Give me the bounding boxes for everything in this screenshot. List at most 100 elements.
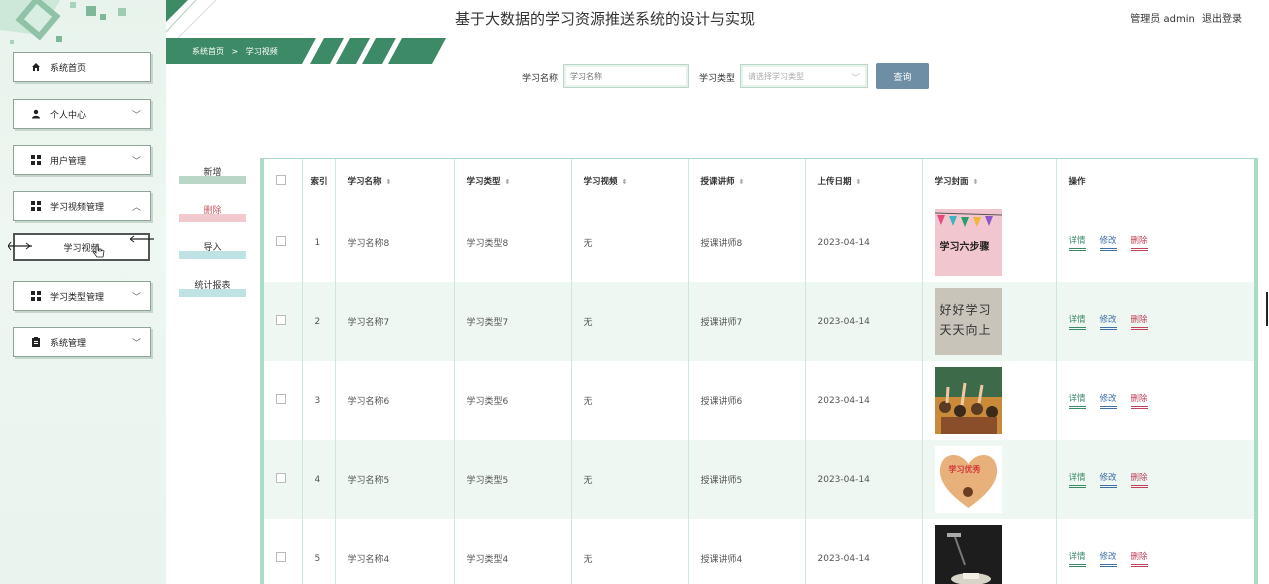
sidebar-item-personal-center[interactable]: 个人中心 ﹀: [13, 99, 151, 129]
header-cover-label: 学习封面: [934, 177, 969, 187]
delete-link[interactable]: 删除: [1130, 550, 1148, 567]
delete-link[interactable]: 删除: [1130, 313, 1148, 330]
header-cover[interactable]: 学习封面 ⬍: [922, 159, 1057, 203]
hand-cursor-icon: [92, 245, 105, 258]
header-date[interactable]: 上传日期 ⬍: [805, 159, 923, 203]
arrow-right-icon: [130, 235, 154, 243]
cover-image[interactable]: 学习六步骤: [934, 209, 1002, 276]
cell-name: 学习名称8: [335, 203, 455, 282]
sidebar-item-label: 系统首页: [50, 63, 87, 74]
row-checkbox[interactable]: [276, 315, 286, 325]
logout-link[interactable]: 退出登录: [1202, 14, 1242, 25]
header-teacher[interactable]: 授课讲师 ⬍: [688, 159, 806, 203]
cover-text: 学习优秀: [948, 465, 981, 474]
delete-link[interactable]: 删除: [1130, 471, 1148, 488]
sidebar-item-home[interactable]: 系统首页: [13, 52, 151, 82]
edit-link[interactable]: 修改: [1099, 550, 1117, 567]
cell-index: 5: [302, 519, 336, 584]
cover-text: 好好学习天天向上: [939, 303, 992, 337]
search-type-placeholder: 请选择学习类型: [748, 71, 804, 81]
chevron-up-icon: ︿: [131, 202, 141, 213]
select-all-checkbox[interactable]: [276, 174, 286, 185]
row-checkbox[interactable]: [276, 394, 286, 404]
cell-video: 无: [571, 519, 689, 584]
row-checkbox[interactable]: [276, 236, 286, 246]
table-row: 4 学习名称5 学习类型5 无 授课讲师5 2023-04-14 学习优秀 详情…: [264, 440, 1254, 519]
cell-date: 2023-04-14: [805, 440, 923, 519]
cell-video: 无: [571, 282, 689, 361]
detail-link[interactable]: 详情: [1068, 550, 1086, 567]
breadcrumb-home[interactable]: 系统首页: [192, 47, 224, 56]
cover-image[interactable]: 学习优秀: [934, 446, 1002, 513]
home-icon: [31, 62, 41, 72]
search-name-input[interactable]: [563, 64, 689, 88]
detail-link[interactable]: 详情: [1068, 471, 1086, 488]
cell-date: 2023-04-14: [805, 361, 923, 440]
detail-link[interactable]: 详情: [1068, 392, 1086, 409]
detail-link[interactable]: 详情: [1068, 234, 1086, 251]
cell-teacher: 授课讲师5: [688, 440, 806, 519]
delete-link[interactable]: 删除: [1130, 392, 1148, 409]
cell-type: 学习类型8: [454, 203, 572, 282]
add-button[interactable]: 新增: [179, 168, 246, 184]
cell-date: 2023-04-14: [805, 203, 923, 282]
user-area: 管理员 admin 退出登录: [1126, 10, 1242, 25]
sort-icon[interactable]: ⬍: [505, 178, 511, 186]
row-checkbox[interactable]: [276, 473, 286, 483]
header-teacher-label: 授课讲师: [700, 177, 735, 187]
cell-type: 学习类型5: [454, 440, 572, 519]
import-button[interactable]: 导入: [179, 243, 246, 259]
sidebar: 系统首页 个人中心 ﹀ 用户管理 ﹀ 学习视频管理 ︿ 学习视频 学习类型管理 …: [0, 0, 166, 584]
sort-icon[interactable]: ⬍: [856, 178, 862, 186]
edit-link[interactable]: 修改: [1099, 392, 1117, 409]
sidebar-item-system-management[interactable]: 系统管理 ﹀: [13, 327, 151, 357]
header-date-label: 上传日期: [817, 177, 852, 187]
cell-ops: 详情 修改 删除: [1056, 440, 1254, 519]
sort-icon[interactable]: ⬍: [622, 178, 628, 186]
scrollbar[interactable]: [1266, 292, 1268, 326]
cell-teacher: 授课讲师4: [688, 519, 806, 584]
sidebar-item-label: 系统管理: [50, 338, 87, 349]
sort-icon[interactable]: ⬍: [739, 178, 745, 186]
cover-image[interactable]: [934, 367, 1002, 434]
sort-icon[interactable]: ⬍: [386, 178, 392, 186]
delete-button-bar: [179, 214, 246, 222]
sidebar-item-video-management[interactable]: 学习视频管理 ︿: [13, 191, 151, 221]
table-row: 5 学习名称4 学习类型4 无 授课讲师4 2023-04-14 详情 修改 删除: [264, 519, 1254, 584]
add-button-bar: [179, 176, 246, 184]
search-type-select[interactable]: 请选择学习类型 ﹀: [740, 64, 868, 88]
sidebar-item-user-management[interactable]: 用户管理 ﹀: [13, 145, 151, 175]
sidebar-item-type-management[interactable]: 学习类型管理 ﹀: [13, 281, 151, 311]
detail-link[interactable]: 详情: [1068, 313, 1086, 330]
header-name[interactable]: 学习名称 ⬍: [335, 159, 455, 203]
edit-link[interactable]: 修改: [1099, 234, 1117, 251]
cell-cover: [922, 519, 1057, 584]
grid-icon: [31, 291, 41, 301]
data-table-container: 索引 学习名称 ⬍ 学习类型 ⬍ 学习视频 ⬍ 授课讲师 ⬍ 上传日期 ⬍ 学习封面 ⬍ 操…: [260, 158, 1258, 584]
delete-button[interactable]: 删除: [179, 206, 246, 222]
header-video[interactable]: 学习视频 ⬍: [571, 159, 689, 203]
grid-icon: [31, 201, 41, 211]
header-name-label: 学习名称: [347, 177, 382, 187]
chevron-down-icon: ﹀: [131, 292, 141, 303]
sidebar-item-label: 个人中心: [50, 110, 87, 121]
clipboard-icon: [31, 337, 41, 347]
row-checkbox[interactable]: [276, 552, 286, 562]
header-type[interactable]: 学习类型 ⬍: [454, 159, 572, 203]
cell-video: 无: [571, 361, 689, 440]
cell-cover: 学习六步骤: [922, 203, 1057, 282]
delete-link[interactable]: 删除: [1130, 234, 1148, 251]
search-button[interactable]: 查询: [876, 63, 929, 89]
user-label: 管理员 admin: [1130, 14, 1195, 25]
cover-image[interactable]: [934, 525, 1002, 584]
cell-video: 无: [571, 203, 689, 282]
sort-icon[interactable]: ⬍: [973, 178, 979, 186]
cell-cover: [922, 361, 1057, 440]
edit-link[interactable]: 修改: [1099, 471, 1117, 488]
cover-image[interactable]: 好好学习天天向上: [934, 288, 1002, 355]
cell-ops: 详情 修改 删除: [1056, 519, 1254, 584]
report-button[interactable]: 统计报表: [179, 281, 246, 297]
cell-index: 2: [302, 282, 336, 361]
chevron-down-icon: ﹀: [131, 338, 141, 349]
edit-link[interactable]: 修改: [1099, 313, 1117, 330]
